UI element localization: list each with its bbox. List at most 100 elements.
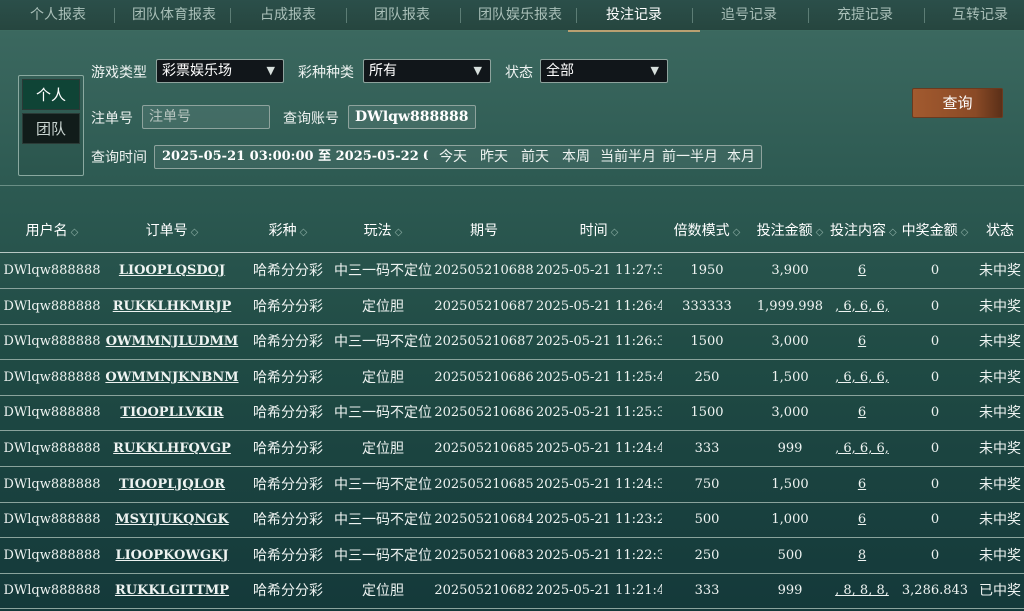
col-issue-number-cell: 202505210682 [434, 583, 534, 599]
scope-personal-button[interactable]: 个人 [22, 79, 80, 110]
tab-share-report[interactable]: 占成报表 [248, 0, 328, 31]
scope-team-button[interactable]: 团队 [22, 113, 80, 144]
table-row: DWlqw888888 RUKKLHFQVGP 哈希分分彩 定位胆 2025052106… [0, 432, 1024, 467]
col-issue-number-cell: 202505210683 [434, 547, 534, 563]
col-bet-content-cell[interactable]: , 6, 6, 6, [830, 432, 894, 466]
quick-day-before[interactable]: 前天 [521, 146, 549, 168]
quick-this-week[interactable]: 本周 [562, 146, 590, 168]
quick-this-month[interactable]: 本月 [727, 146, 755, 168]
order-number-input[interactable]: 注单号 [142, 105, 270, 129]
col-bet-content-cell[interactable]: , 8, 8, 8, [830, 574, 894, 608]
col-bet-content-cell[interactable]: 6 [830, 468, 894, 502]
col-bet-content-cell[interactable]: , 6, 6, 6, [830, 361, 894, 395]
col-bet-content-cell[interactable]: 6 [830, 325, 894, 359]
table-row: DWlqw888888 MSYIJUKQNGK 哈希分分彩 中三一码不定位 202505… [0, 503, 1024, 539]
status-select[interactable]: 全部 ▼ [540, 59, 668, 83]
quick-current-half-month[interactable]: 当前半月 [600, 146, 656, 168]
quick-previous-half-month[interactable]: 前一半月 [662, 146, 718, 168]
tab-chase-records[interactable]: 追号记录 [712, 0, 786, 31]
col-bet-content-cell[interactable]: 6 [830, 396, 894, 430]
col-win-amount-cell: 0 [930, 334, 940, 350]
sort-icon[interactable]: ◇ [191, 227, 199, 238]
col-play-method-cell: 定位胆 [362, 583, 404, 600]
header-label: 投注内容 [830, 223, 886, 239]
status-value: 全部 [546, 63, 574, 79]
game-type-value: 彩票娱乐场 [162, 63, 232, 79]
col-order-number-cell[interactable]: RUKKLGITTMP [104, 574, 240, 608]
sort-icon[interactable]: ◇ [816, 227, 824, 238]
sort-icon[interactable]: ◇ [733, 227, 741, 238]
game-type-select[interactable]: 彩票娱乐场 ▼ [156, 59, 284, 83]
col-play-method-cell: 定位胆 [362, 369, 404, 386]
col-bet-content-cell[interactable]: , 6, 6, 6, [830, 290, 894, 324]
col-status-cell: 未中奖 [979, 476, 1021, 493]
col-multiplier-cell: 750 [694, 476, 720, 492]
col-bet-amount-cell: 1,000 [771, 512, 809, 528]
date-range-input[interactable]: 2025-05-21 03:00:00 至 2025-05-22 03:00:0… [162, 146, 428, 168]
col-bet-content-cell[interactable]: 8 [830, 539, 894, 573]
quick-yesterday[interactable]: 昨天 [480, 146, 508, 168]
col-order-number-cell[interactable]: LIOOPLQSDOJ [104, 254, 240, 288]
col-multiplier-header[interactable]: 倍数模式 ◇ [664, 209, 750, 253]
sort-icon[interactable]: ◇ [961, 227, 969, 238]
tab-divider [114, 8, 115, 23]
col-order-number-cell[interactable]: TIOOPLLVKIR [104, 396, 240, 430]
col-issue-number-cell: 202505210687 [434, 298, 534, 314]
tab-transfer-records[interactable]: 互转记录 [944, 0, 1016, 31]
col-win-amount-cell: 0 [930, 547, 940, 563]
col-win-amount-cell: 0 [930, 476, 940, 492]
col-status-cell: 未中奖 [979, 263, 1021, 279]
table-row: DWlqw888888 TIOOPLJQLOR 哈希分分彩 中三一码不定位 202505… [0, 468, 1024, 503]
lottery-kind-select[interactable]: 所有 ▼ [363, 59, 491, 83]
sort-icon[interactable]: ◇ [300, 227, 308, 238]
query-button[interactable]: 查询 [912, 88, 1003, 118]
account-input[interactable]: DWlqw888888 [348, 105, 476, 129]
tab-team-sports-report[interactable]: 团队体育报表 [124, 0, 224, 31]
lottery-kind-label: 彩种种类 [298, 65, 354, 81]
col-order-number-header[interactable]: 订单号 ◇ [104, 209, 240, 253]
col-order-number-cell[interactable]: RUKKLHKMRJP [104, 290, 240, 324]
sort-icon[interactable]: ◇ [611, 227, 619, 238]
tab-personal-report[interactable]: 个人报表 [14, 0, 102, 31]
sort-icon[interactable]: ◇ [395, 227, 403, 238]
col-issue-number-cell: 202505210685 [434, 476, 534, 492]
col-multiplier-cell: 1950 [690, 263, 724, 278]
col-username-cell: DWlqw888888 [3, 263, 101, 278]
table-row: DWlqw888888 OWMMNJKNBNM 哈希分分彩 定位胆 2025052106… [0, 361, 1024, 396]
tab-divider [692, 8, 693, 23]
col-order-number-cell[interactable]: LIOOPKOWGKJ [104, 539, 240, 573]
col-username-cell: DWlqw888888 [3, 583, 101, 599]
tab-team-report[interactable]: 团队报表 [362, 0, 442, 31]
col-lottery-header[interactable]: 彩种 ◇ [240, 209, 336, 253]
tab-bet-records[interactable]: 投注记录 [568, 0, 700, 32]
order-number-label: 注单号 [91, 111, 133, 127]
col-win-amount-cell: 3,286.843 [901, 583, 969, 599]
col-win-amount-header[interactable]: 中奖金额 ◇ [894, 209, 976, 253]
col-bet-content-cell[interactable]: 6 [830, 254, 894, 288]
col-username-header[interactable]: 用户名 ◇ [0, 209, 104, 253]
header-label: 玩法 [363, 223, 392, 239]
col-play-method-header[interactable]: 玩法 ◇ [334, 209, 432, 253]
sort-icon[interactable]: ◇ [71, 227, 79, 238]
col-bet-content-header[interactable]: 投注内容 ◇ [830, 209, 897, 253]
col-bet-content-cell[interactable]: 6 [830, 503, 894, 537]
header-label: 状态 [986, 223, 1014, 239]
col-order-number-cell[interactable]: TIOOPLJQLOR [104, 468, 240, 502]
col-multiplier-cell: 1500 [690, 334, 724, 350]
tab-divider [924, 8, 925, 23]
tab-deposit-withdraw-records[interactable]: 充提记录 [828, 0, 902, 31]
col-order-number-cell[interactable]: MSYIJUKQNGK [104, 503, 240, 537]
col-status-cell: 未中奖 [979, 441, 1021, 457]
col-play-method-cell: 中三一码不定位 [334, 405, 432, 422]
tab-team-entertainment-report[interactable]: 团队娱乐报表 [470, 0, 570, 31]
col-time-header[interactable]: 时间 ◇ [536, 209, 662, 253]
quick-today[interactable]: 今天 [439, 146, 467, 168]
tab-divider [230, 8, 231, 23]
date-range-picker: 2025-05-21 03:00:00 至 2025-05-22 03:00:0… [154, 145, 762, 169]
col-order-number-cell[interactable]: OWMMNJLUDMM [104, 325, 240, 359]
col-time-cell: 2025-05-21 11:26:43 [536, 298, 662, 314]
col-order-number-cell[interactable]: OWMMNJKNBNM [104, 361, 240, 395]
col-username-cell: DWlqw888888 [3, 476, 101, 492]
col-bet-amount-header[interactable]: 投注金额 ◇ [750, 209, 830, 253]
col-order-number-cell[interactable]: RUKKLHFQVGP [104, 432, 240, 466]
